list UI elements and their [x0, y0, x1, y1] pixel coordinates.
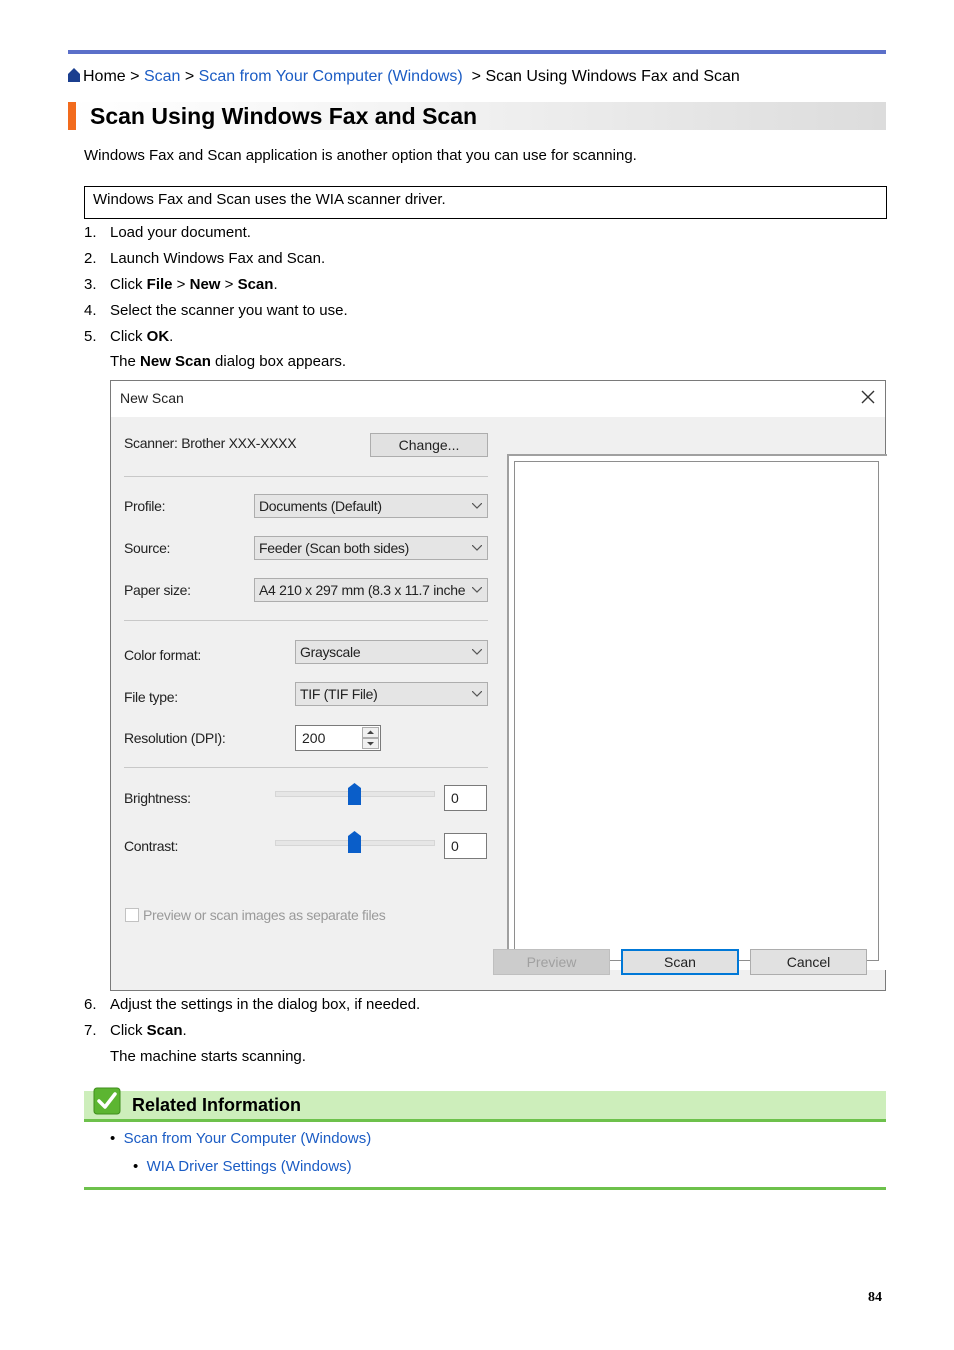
divider: [124, 767, 488, 768]
breadcrumb-link-scan-from-computer[interactable]: Scan from Your Computer (Windows): [199, 68, 463, 85]
color-format-select[interactable]: Grayscale: [295, 640, 488, 664]
change-button[interactable]: Change...: [370, 433, 488, 457]
breadcrumb-separator: >: [184, 68, 195, 85]
scanner-label: Scanner: Brother XXX-XXXX: [124, 435, 297, 451]
chevron-down-icon: [472, 649, 482, 655]
breadcrumb-separator: >: [471, 68, 481, 85]
chevron-down-icon: [472, 503, 482, 509]
new-scan-dialog: New Scan Scanner: Brother XXX-XXXX Chang…: [110, 380, 887, 991]
dialog-title: New Scan: [120, 390, 184, 406]
step-number: 2.: [84, 250, 97, 267]
preview-area: [514, 461, 879, 961]
step-result-text: The New Scan dialog box appears.: [110, 353, 346, 370]
step-number: 7.: [84, 1022, 97, 1039]
bullet: •: [110, 1130, 116, 1147]
page-title: Scan Using Windows Fax and Scan: [90, 103, 478, 129]
note-box: Windows Fax and Scan uses the WIA scanne…: [84, 186, 887, 219]
related-link-scan-from-computer[interactable]: Scan from Your Computer (Windows): [124, 1130, 372, 1147]
scan-button[interactable]: Scan: [621, 949, 739, 975]
divider: [124, 476, 488, 477]
step-text: Load your document.: [110, 224, 251, 241]
source-label: Source:: [124, 540, 171, 556]
color-format-label: Color format:: [124, 647, 202, 663]
brightness-label: Brightness:: [124, 790, 191, 806]
bullet: •: [133, 1158, 139, 1175]
step-number: 5.: [84, 328, 97, 345]
step-number: 6.: [84, 996, 97, 1013]
chevron-down-icon: [472, 691, 482, 697]
brightness-input[interactable]: 0: [444, 785, 487, 811]
home-icon: [68, 68, 80, 82]
source-select[interactable]: Feeder (Scan both sides): [254, 536, 488, 560]
top-rule: [68, 50, 886, 54]
breadcrumb: Home > Scan > Scan from Your Computer (W…: [68, 67, 740, 87]
page-number: 84: [868, 1290, 882, 1305]
related-link-item: • Scan from Your Computer (Windows): [110, 1129, 371, 1149]
preview-button[interactable]: Preview: [493, 949, 610, 975]
breadcrumb-home: Home: [83, 68, 126, 85]
related-information-title: Related Information: [132, 1095, 302, 1115]
step-number: 1.: [84, 224, 97, 241]
breadcrumb-link-scan[interactable]: Scan: [144, 68, 180, 85]
step-text: Click Scan.: [110, 1022, 187, 1039]
contrast-label: Contrast:: [124, 838, 179, 854]
chevron-down-icon: [472, 587, 482, 593]
divider: [124, 620, 488, 621]
step-result-text: The machine starts scanning.: [110, 1048, 306, 1065]
profile-select[interactable]: Documents (Default): [254, 494, 488, 518]
step-text: Adjust the settings in the dialog box, i…: [110, 996, 421, 1013]
file-type-select[interactable]: TIF (TIF File): [295, 682, 488, 706]
step-text: Launch Windows Fax and Scan.: [110, 250, 326, 267]
separate-files-checkbox[interactable]: [125, 908, 139, 922]
related-information-header: Related Information: [84, 1087, 886, 1122]
related-link-wia-driver-settings[interactable]: WIA Driver Settings (Windows): [147, 1158, 352, 1175]
resolution-spinner[interactable]: [362, 727, 379, 749]
file-type-label: File type:: [124, 689, 178, 705]
step-number: 4.: [84, 302, 97, 319]
separate-files-label: Preview or scan images as separate files: [143, 907, 386, 923]
breadcrumb-separator: >: [130, 68, 140, 85]
title-accent: [68, 102, 76, 130]
breadcrumb-current: Scan Using Windows Fax and Scan: [485, 68, 740, 85]
page-title-bar: Scan Using Windows Fax and Scan: [68, 102, 886, 130]
bottom-rule: [84, 1187, 886, 1190]
close-icon[interactable]: [859, 388, 877, 406]
step-text: Select the scanner you want to use.: [110, 302, 348, 319]
resolution-label: Resolution (DPI):: [124, 730, 226, 746]
paper-size-label: Paper size:: [124, 582, 191, 598]
brightness-slider-thumb[interactable]: [348, 783, 361, 805]
step-number: 3.: [84, 276, 97, 293]
intro-text: Windows Fax and Scan application is anot…: [84, 147, 637, 164]
step-text: Click OK.: [110, 328, 174, 345]
cancel-button[interactable]: Cancel: [750, 949, 867, 975]
paper-size-select[interactable]: A4 210 x 297 mm (8.3 x 11.7 inche: [254, 578, 488, 602]
contrast-input[interactable]: 0: [444, 833, 487, 859]
step-text: Click File > New > Scan.: [110, 276, 278, 293]
contrast-slider-thumb[interactable]: [348, 831, 361, 853]
note-text: Windows Fax and Scan uses the WIA scanne…: [93, 191, 446, 208]
checkmark-icon: [93, 1087, 121, 1115]
dialog-body: Scanner: Brother XXX-XXXX Change... Prof…: [111, 417, 887, 990]
preview-pane: [507, 454, 887, 970]
related-link-item: • WIA Driver Settings (Windows): [133, 1157, 352, 1177]
chevron-down-icon: [472, 545, 482, 551]
profile-label: Profile:: [124, 498, 166, 514]
